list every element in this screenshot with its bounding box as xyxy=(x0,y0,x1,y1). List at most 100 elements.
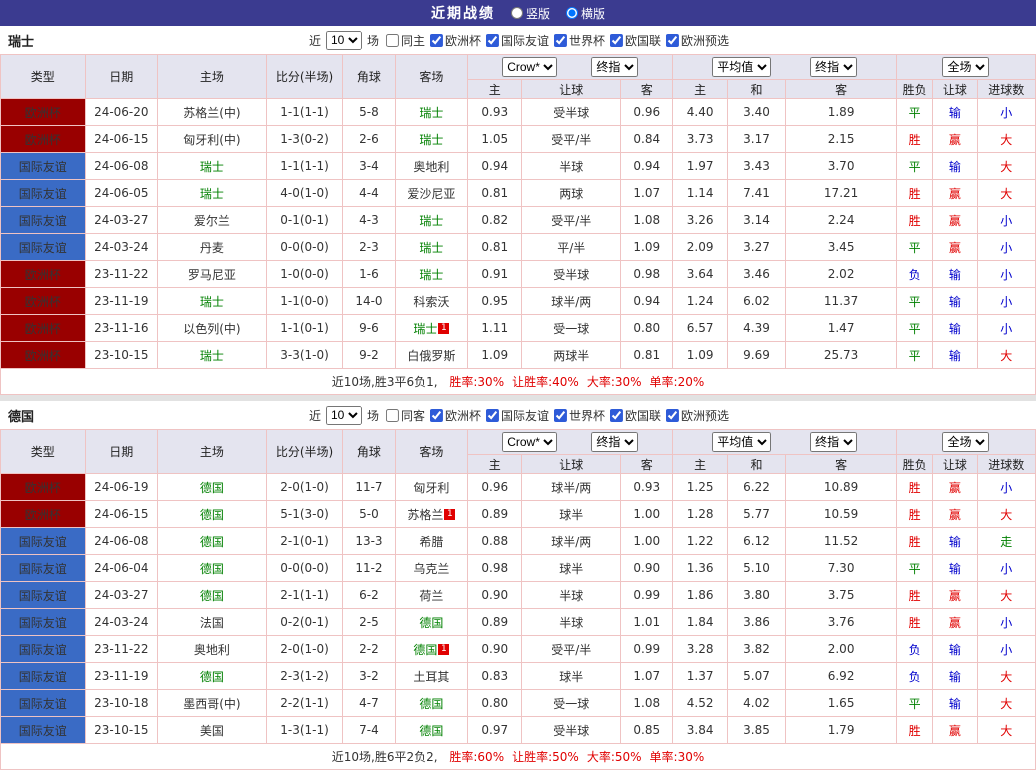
away-team-name: 土耳其 xyxy=(413,669,450,684)
col-header-date: 日期 xyxy=(84,429,159,474)
horizontal-layout-radio[interactable] xyxy=(566,7,578,19)
competition-checkbox-0-input[interactable] xyxy=(429,408,443,422)
competition-checkbox-4-input[interactable] xyxy=(666,408,680,422)
match-date: 24-06-15 xyxy=(84,500,159,528)
home-team-name: 德国 xyxy=(199,669,224,684)
result-group: 全场 xyxy=(895,54,1036,80)
vertical-layout-radio[interactable] xyxy=(510,7,523,19)
avg-draw-odds: 3.80 xyxy=(726,581,787,609)
competition-checkbox-1-input[interactable] xyxy=(486,33,499,47)
competition-checkbox-1[interactable]: 国际友谊 xyxy=(481,32,549,49)
match-score: 0-0(0-0) xyxy=(265,233,344,261)
result-goals: 大 xyxy=(976,341,1036,369)
competition-checkbox-2-input[interactable] xyxy=(554,33,568,47)
competition-checkbox-0[interactable]: 欧洲杯 xyxy=(425,32,481,49)
home-team-name: 德国 xyxy=(199,507,224,522)
away-team-name: 瑞士 xyxy=(419,105,444,120)
competition-checkbox-3-input[interactable] xyxy=(610,33,624,47)
handicap-line: 两球半 xyxy=(521,341,622,369)
match-row: 国际友谊 24-03-24 法国 0-2(0-1) 2-5 德国 0.89 半球 1.01 1.8… xyxy=(0,608,1036,636)
odds-final-index-select[interactable]: 终指 xyxy=(591,57,639,77)
result-handicap: 输 xyxy=(932,260,978,288)
competition-checkbox-4[interactable]: 欧洲预选 xyxy=(661,407,729,424)
match-date: 23-10-18 xyxy=(84,689,159,717)
avg-odds-group: 平均值 终指 xyxy=(672,429,897,455)
result-wdl: 胜 xyxy=(895,581,934,609)
competition-checkbox-0[interactable]: 欧洲杯 xyxy=(425,407,481,424)
same-venue-checkbox-input[interactable] xyxy=(385,33,399,47)
match-scope-select[interactable]: 全场 xyxy=(942,432,990,452)
avg-away-odds: 17.21 xyxy=(785,179,897,207)
odds-company-select[interactable]: Crow* xyxy=(502,432,558,452)
corner-count: 5-0 xyxy=(342,500,396,528)
same-venue-checkbox[interactable]: 同主 xyxy=(381,32,425,49)
away-team: 瑞士 xyxy=(394,125,469,153)
competition-checkbox-3[interactable]: 欧国联 xyxy=(605,407,661,424)
competition-checkbox-2[interactable]: 世界杯 xyxy=(549,32,605,49)
competition-checkbox-4[interactable]: 欧洲预选 xyxy=(661,32,729,49)
result-goals: 小 xyxy=(976,608,1036,636)
avg-final-index-select[interactable]: 终指 xyxy=(810,57,858,77)
page-title: 近期战绩 xyxy=(430,6,495,22)
competition-checkbox-1-label: 国际友谊 xyxy=(501,33,550,48)
competition-checkbox-3[interactable]: 欧国联 xyxy=(605,32,661,49)
subcol-avg-away: 客 xyxy=(785,454,897,474)
match-score: 2-1(1-1) xyxy=(265,581,344,609)
handicap-home-odds: 0.93 xyxy=(467,98,523,126)
layout-radio-vertical[interactable]: 竖版 xyxy=(510,5,550,22)
away-team: 瑞士 xyxy=(394,98,469,126)
col-header-corner: 角球 xyxy=(342,54,396,99)
result-wdl: 平 xyxy=(895,689,934,717)
handicap-home-odds: 0.90 xyxy=(467,635,523,663)
subcol-result-goals: 进球数 xyxy=(976,454,1036,474)
subcol-handicap-home: 主 xyxy=(467,79,523,99)
home-team: 匈牙利(中) xyxy=(157,125,267,153)
away-team: 奥地利 xyxy=(394,152,469,180)
handicap-away-odds: 0.81 xyxy=(620,341,674,369)
competition-checkbox-2-input[interactable] xyxy=(554,408,568,422)
avg-value-select[interactable]: 平均值 xyxy=(712,432,772,452)
handicap-away-odds: 0.94 xyxy=(620,287,674,315)
match-score: 0-1(0-1) xyxy=(265,206,344,234)
competition-checkbox-4-input[interactable] xyxy=(666,33,680,47)
avg-final-index-select[interactable]: 终指 xyxy=(810,432,858,452)
handicap-line: 球半 xyxy=(521,662,622,690)
competition-checkbox-3-input[interactable] xyxy=(610,408,624,422)
match-row: 国际友谊 23-11-22 奥地利 2-0(1-0) 2-2 德国 1 0.90 受平/半 0.9… xyxy=(0,635,1036,663)
recent-count-select[interactable]: 10 xyxy=(325,30,362,50)
match-scope-select[interactable]: 全场 xyxy=(942,57,990,77)
competition-checkbox-1[interactable]: 国际友谊 xyxy=(481,407,549,424)
match-score: 2-0(1-0) xyxy=(265,635,344,663)
home-team: 德国 xyxy=(157,500,267,528)
col-header-home: 主场 xyxy=(157,429,267,474)
recent-count-select[interactable]: 10 xyxy=(325,405,362,425)
avg-value-select[interactable]: 平均值 xyxy=(712,57,772,77)
away-team-name: 德国 xyxy=(419,723,444,738)
competition-checkbox-2[interactable]: 世界杯 xyxy=(549,407,605,424)
handicap-away-odds: 0.85 xyxy=(620,716,674,744)
match-row: 欧洲杯 23-11-16 以色列(中) 1-1(0-1) 9-6 瑞士 1 1.11 受一球 0.… xyxy=(0,314,1036,342)
home-team-name: 德国 xyxy=(199,588,224,603)
avg-draw-odds: 3.86 xyxy=(726,608,787,636)
result-wdl: 平 xyxy=(895,98,934,126)
match-score: 2-3(1-2) xyxy=(265,662,344,690)
avg-home-odds: 1.22 xyxy=(672,527,728,555)
same-venue-checkbox[interactable]: 同客 xyxy=(381,407,425,424)
competition-checkbox-0-input[interactable] xyxy=(429,33,443,47)
odds-company-select[interactable]: Crow* xyxy=(502,57,558,77)
col-header-corner: 角球 xyxy=(342,429,396,474)
odds-final-index-select[interactable]: 终指 xyxy=(591,432,639,452)
same-venue-checkbox-input[interactable] xyxy=(385,408,399,422)
avg-away-odds: 7.30 xyxy=(785,554,897,582)
competition-checkbox-1-input[interactable] xyxy=(486,408,499,422)
match-score: 2-1(0-1) xyxy=(265,527,344,555)
home-team-name: 以色列(中) xyxy=(183,321,241,336)
avg-draw-odds: 5.10 xyxy=(726,554,787,582)
match-type-badge: 国际友谊 xyxy=(0,689,86,717)
away-team-name: 奥地利 xyxy=(413,159,450,174)
match-row: 欧洲杯 23-11-19 瑞士 1-1(0-0) 14-0 科索沃 0.95 球半/两 0.94… xyxy=(0,287,1036,315)
subcol-result-handicap: 让球 xyxy=(932,454,978,474)
match-row: 国际友谊 24-06-08 德国 2-1(0-1) 13-3 希腊 0.88 球半/两 1.00… xyxy=(0,527,1036,555)
away-team-name: 瑞士 xyxy=(419,240,444,255)
layout-radio-horizontal[interactable]: 横版 xyxy=(566,5,605,22)
